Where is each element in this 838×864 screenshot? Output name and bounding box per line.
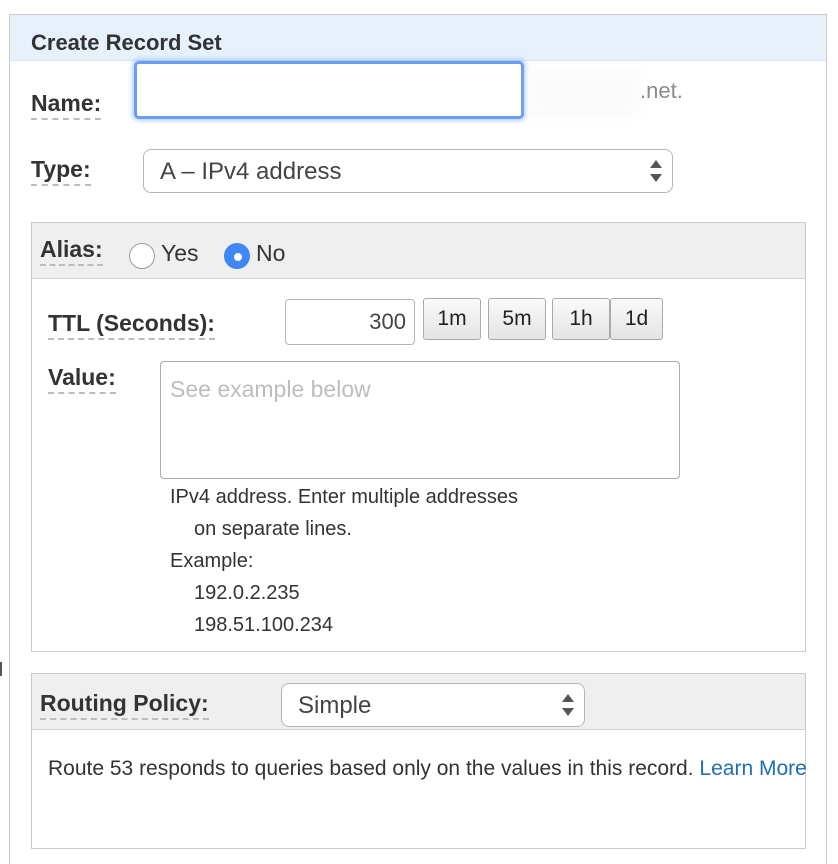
value-help-line2: on separate lines. xyxy=(194,518,352,540)
alias-yes-label[interactable]: Yes xyxy=(161,240,199,267)
type-label: Type: xyxy=(31,158,91,186)
panel-title: Create Record Set xyxy=(31,30,222,55)
ttl-1m-button[interactable]: 1m xyxy=(423,298,481,340)
type-select[interactable]: A – IPv4 address xyxy=(143,149,673,193)
domain-suffix: .net. xyxy=(640,78,683,103)
ttl-label: TTL (Seconds): xyxy=(48,312,215,340)
panel-header: Create Record Set xyxy=(10,15,826,61)
routing-description: Route 53 responds to queries based only … xyxy=(48,757,694,780)
example-label: Example: xyxy=(170,550,254,572)
value-help-line1: IPv4 address. Enter multiple addresses xyxy=(170,486,518,508)
ttl-1d-button[interactable]: 1d xyxy=(610,298,663,340)
routing-policy-select[interactable]: Simple xyxy=(281,683,585,727)
value-label: Value: xyxy=(48,366,116,394)
ttl-5m-button[interactable]: 5m xyxy=(488,298,546,340)
routing-policy-label: Routing Policy: xyxy=(40,692,209,720)
learn-more-link[interactable]: Learn More xyxy=(699,757,806,780)
routing-description-block: Route 53 responds to queries based only … xyxy=(48,753,808,785)
alias-yes-radio[interactable] xyxy=(129,243,155,269)
edge-mark xyxy=(0,662,2,676)
name-label: Name: xyxy=(31,92,102,120)
ttl-input[interactable] xyxy=(285,299,415,345)
example-ip-1: 192.0.2.235 xyxy=(194,582,300,604)
type-select-value: A – IPv4 address xyxy=(160,158,342,185)
redacted-area xyxy=(529,68,639,118)
routing-policy-value: Simple xyxy=(298,692,372,719)
alias-no-label[interactable]: No xyxy=(256,240,285,267)
name-input[interactable] xyxy=(134,61,524,119)
alias-no-radio[interactable] xyxy=(224,243,250,269)
updown-arrows-icon xyxy=(562,692,574,718)
ttl-1h-button[interactable]: 1h xyxy=(552,298,610,340)
updown-arrows-icon xyxy=(650,158,662,184)
alias-label: Alias: xyxy=(40,238,103,266)
example-ip-2: 198.51.100.234 xyxy=(194,614,334,636)
value-textarea[interactable] xyxy=(160,361,680,479)
